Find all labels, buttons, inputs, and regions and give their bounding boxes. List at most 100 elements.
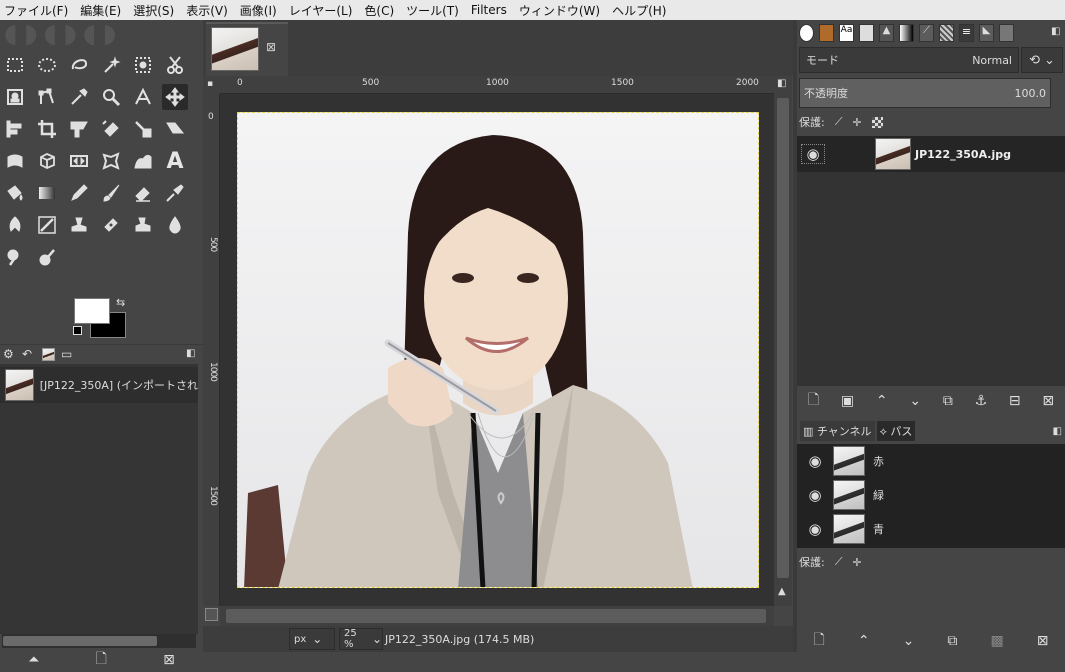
new-layer-icon[interactable]: 🗋 (808, 389, 819, 413)
paint-dynamics-tab-icon[interactable]: ⟋ (919, 24, 934, 42)
color-picker-icon[interactable] (66, 84, 92, 110)
rect-select-icon[interactable] (2, 52, 28, 78)
text-tool-icon[interactable]: A (162, 148, 188, 174)
menu-windows[interactable]: ウィンドウ(W) (519, 2, 600, 19)
3d-transform-icon[interactable] (34, 148, 60, 174)
eraser-icon[interactable] (130, 180, 156, 206)
images-tab-icon[interactable] (42, 348, 55, 361)
dock-menu-icon[interactable]: ◧ (1051, 26, 1060, 37)
list-item[interactable]: ◉ 緑 (797, 478, 1065, 512)
dodge-burn-icon[interactable] (34, 244, 60, 270)
lock-alpha-icon[interactable] (871, 116, 883, 128)
composite-mode-selector[interactable]: ⟲ ⌄ (1021, 47, 1063, 73)
lock-position-icon[interactable]: ✛ (852, 556, 861, 569)
ellipse-select-icon[interactable] (34, 52, 60, 78)
navigate-icon[interactable]: ◧ (777, 78, 786, 89)
rotate-icon[interactable] (98, 116, 124, 142)
dock-menu-icon[interactable]: ◧ (186, 348, 195, 359)
pointer-tab-icon[interactable] (999, 24, 1014, 42)
raise-channel-icon[interactable]: ⌃ (858, 633, 870, 649)
flip-icon[interactable] (66, 148, 92, 174)
perspective-clone-icon[interactable] (130, 212, 156, 238)
shear-icon[interactable] (162, 116, 188, 142)
lasso-icon[interactable] (66, 52, 92, 78)
menu-edit[interactable]: 編集(E) (80, 2, 121, 19)
menu-file[interactable]: ファイル(F) (4, 2, 68, 19)
lower-layer-icon[interactable]: ⌄ (909, 393, 921, 409)
new-layer-group-icon[interactable]: ▣ (841, 393, 854, 409)
lock-pixels-icon[interactable]: ⟋ (835, 115, 843, 129)
bucket-fill-icon[interactable] (2, 180, 28, 206)
menu-tools[interactable]: ツール(T) (406, 2, 459, 19)
brushes-tab-icon[interactable] (799, 24, 814, 42)
list-item[interactable]: ◉ JP122_350A.jpg (797, 136, 1065, 172)
list-item[interactable]: ◉ 赤 (797, 444, 1065, 478)
fuzzy-select-icon[interactable] (98, 52, 124, 78)
tool-options-tab-icon[interactable]: ⚙ (3, 347, 14, 361)
cage-transform-icon[interactable] (98, 148, 124, 174)
scissors-icon[interactable] (162, 52, 188, 78)
paintbrush-icon[interactable] (98, 180, 124, 206)
warp-icon[interactable] (130, 148, 156, 174)
foreground-select-icon[interactable] (2, 84, 28, 110)
ink-icon[interactable] (2, 212, 28, 238)
eye-icon[interactable]: ◉ (801, 144, 825, 164)
fonts-tab-icon[interactable]: Aa (839, 24, 854, 42)
undo-history-tab-icon[interactable]: ↶ (22, 347, 32, 361)
menu-color[interactable]: 色(C) (364, 2, 394, 19)
warp-transform-icon[interactable] (2, 148, 28, 174)
menu-help[interactable]: ヘルプ(H) (612, 2, 666, 19)
close-tab-icon[interactable]: ⊠ (266, 40, 276, 54)
delete-layer-icon[interactable]: ⊠ (1042, 393, 1054, 409)
color-select-icon[interactable] (130, 52, 156, 78)
menu-image[interactable]: 画像(I) (240, 2, 277, 19)
menu-layer[interactable]: レイヤー(L) (289, 2, 353, 19)
pencil-icon[interactable] (66, 180, 92, 206)
document-history-tab-icon[interactable] (859, 24, 874, 42)
align-icon[interactable] (2, 116, 28, 142)
canvas-horizontal-scrollbar[interactable] (220, 606, 774, 626)
canvas-vertical-scrollbar[interactable]: ◧ ▲ (774, 76, 792, 606)
images-scrollbar[interactable] (2, 634, 196, 648)
tab-paths[interactable]: ⟡ パス (876, 421, 916, 441)
eye-icon[interactable]: ◉ (803, 451, 827, 471)
zoom-icon[interactable] (98, 84, 124, 110)
menu-select[interactable]: 選択(S) (133, 2, 174, 19)
tool-presets-tab-icon[interactable]: ▲ (879, 24, 894, 42)
layers-tab-icon[interactable]: ≡ (959, 24, 974, 42)
list-item[interactable]: ◉ 青 (797, 512, 1065, 546)
eye-icon[interactable]: ◉ (803, 485, 827, 505)
dock-separator[interactable] (793, 20, 797, 652)
unified-transform-icon[interactable] (66, 116, 92, 142)
patterns-tab-icon[interactable] (819, 24, 834, 42)
tab-channels[interactable]: ▥ チャンネル (800, 421, 875, 441)
dock-menu-icon[interactable]: ◧ (1053, 426, 1062, 437)
mypaint-brush-icon[interactable] (34, 212, 60, 238)
lock-pixels-icon[interactable]: ⟋ (835, 555, 843, 569)
crop-icon[interactable] (34, 116, 60, 142)
channel-to-selection-icon[interactable]: ▩ (990, 633, 1003, 649)
anchor-icon[interactable]: ⚓ (975, 393, 988, 409)
lock-position-icon[interactable]: ✛ (852, 116, 861, 129)
paths-icon[interactable] (34, 84, 60, 110)
eye-icon[interactable]: ◉ (803, 519, 827, 539)
image-canvas[interactable] (220, 94, 774, 606)
airbrush-icon[interactable] (162, 180, 188, 206)
ruler-corner[interactable]: ▪ (203, 76, 220, 94)
merge-layer-icon[interactable]: ⊟ (1009, 393, 1021, 409)
gradient-icon[interactable] (34, 180, 60, 206)
delete-image-icon[interactable]: ⊠ (163, 652, 175, 668)
clone-icon[interactable] (66, 212, 92, 238)
blur-icon[interactable] (162, 212, 188, 238)
raise-display-icon[interactable]: ⏶ (28, 652, 39, 668)
duplicate-channel-icon[interactable]: ⧉ (947, 633, 957, 649)
default-colors-icon[interactable] (73, 326, 82, 335)
mode-selector[interactable]: モード Normal (799, 47, 1019, 73)
delete-channel-icon[interactable]: ⊠ (1037, 633, 1049, 649)
mypaint-brushes-tab-icon[interactable] (939, 24, 954, 42)
unit-selector[interactable]: px ⌄ (289, 628, 335, 650)
duplicate-layer-icon[interactable]: ⧉ (943, 393, 953, 409)
zoom-selector[interactable]: 25 % ⌄ (339, 628, 383, 650)
scale-icon[interactable] (130, 116, 156, 142)
heal-icon[interactable] (98, 212, 124, 238)
